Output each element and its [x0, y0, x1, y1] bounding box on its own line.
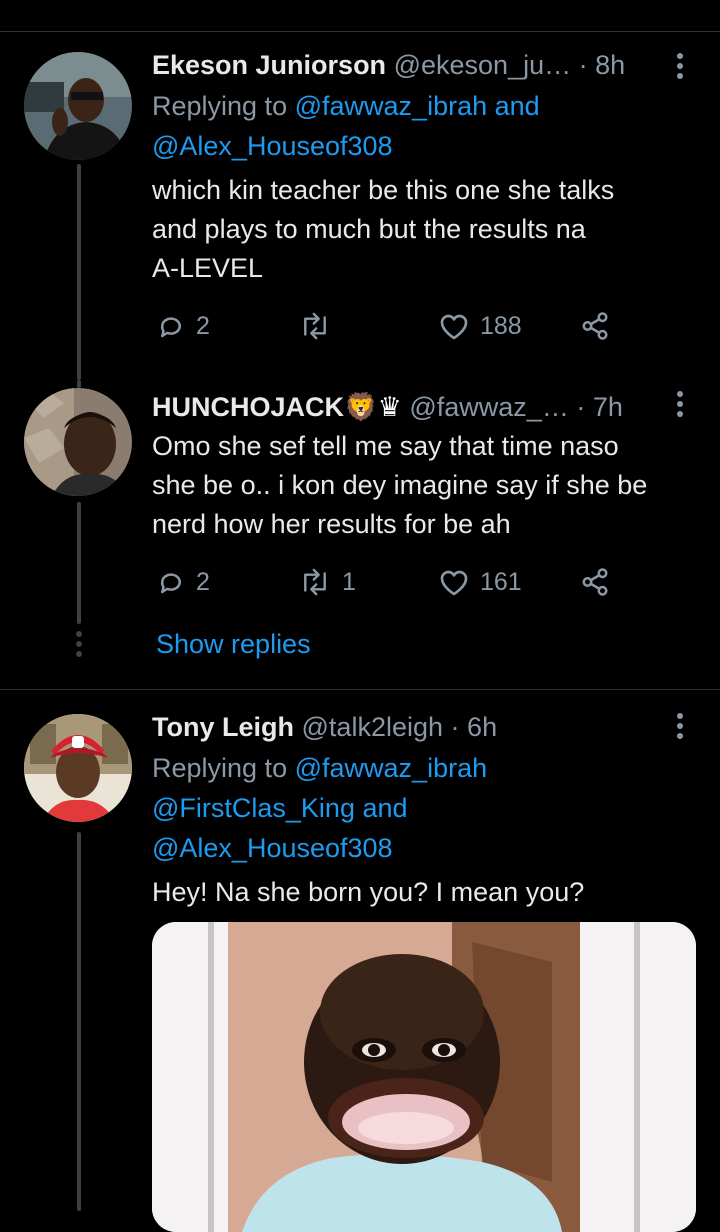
retweet-button[interactable]: [298, 306, 342, 346]
reply-count: 2: [196, 567, 210, 596]
avatar[interactable]: [24, 388, 132, 496]
share-button[interactable]: [580, 562, 610, 602]
mention-link[interactable]: @Alex_Houseof308: [152, 131, 393, 161]
tweet-text-line: Hey! Na she born you? I mean you?: [152, 877, 585, 907]
replying-to: Replying to @fawwaz_ibrah @FirstClas_Kin…: [152, 748, 680, 868]
display-name[interactable]: Ekeson Juniorson: [152, 50, 386, 80]
share-icon: [582, 312, 608, 340]
tweet-actions: 2 188: [152, 306, 680, 346]
avatar[interactable]: [24, 714, 132, 822]
retweet-icon: [304, 568, 326, 596]
display-name[interactable]: HUNCHOJACK: [152, 392, 344, 422]
share-icon: [582, 568, 608, 596]
timestamp[interactable]: 8h: [595, 50, 625, 80]
like-icon: [440, 314, 468, 340]
like-button[interactable]: 188: [438, 306, 522, 346]
mention-link[interactable]: @FirstClas_King: [152, 793, 355, 823]
user-handle[interactable]: @talk2leigh: [302, 712, 444, 742]
timestamp[interactable]: 6h: [467, 712, 497, 742]
reply-icon: [160, 317, 181, 338]
reply-icon: [160, 573, 181, 594]
mention-link[interactable]: @Alex_Houseof308: [152, 833, 393, 863]
display-name[interactable]: Tony Leigh: [152, 712, 294, 742]
more-icon[interactable]: [660, 706, 700, 746]
thread-line: [77, 164, 81, 380]
more-icon[interactable]: [660, 384, 700, 424]
tweet-actions: 2 1 161: [152, 562, 680, 602]
mention-link[interactable]: @fawwaz_ibrah: [295, 753, 488, 783]
like-icon: [440, 570, 468, 596]
mention-conjunction: and: [362, 793, 408, 823]
tweet-text: Omo she sef tell me say that time naso s…: [152, 427, 680, 544]
avatar[interactable]: [24, 52, 132, 160]
thread-more-dots: [74, 630, 84, 663]
tweet-text: Hey! Na she born you? I mean you?: [152, 873, 680, 912]
tweet-header: HUNCHOJACK🦁♛ @fawwaz_… · 7h: [152, 390, 660, 424]
mention-conjunction: and: [494, 91, 540, 121]
user-handle[interactable]: @ekeson_ju…: [394, 50, 572, 80]
tweet-text-line: which kin teacher be this one she talks: [152, 175, 615, 205]
replying-to-label: Replying to: [152, 753, 288, 783]
tweet-header: Tony Leigh @talk2leigh · 6h: [152, 710, 660, 744]
tweet-hunchojack[interactable]: HUNCHOJACK🦁♛ @fawwaz_… · 7h Omo she sef …: [0, 380, 720, 690]
name-badges: 🦁♛: [344, 392, 402, 422]
show-replies-link[interactable]: Show replies: [156, 624, 311, 664]
tweet-header: Ekeson Juniorson @ekeson_ju… · 8h: [152, 48, 660, 82]
reply-count: 2: [196, 311, 210, 340]
retweet-button[interactable]: 1: [298, 562, 356, 602]
tweet-text: which kin teacher be this one she talks …: [152, 171, 680, 288]
more-icon[interactable]: [660, 46, 700, 86]
separator-dot: ·: [576, 392, 586, 422]
thread-line: [77, 502, 81, 624]
like-count: 188: [480, 311, 522, 340]
separator-dot: ·: [450, 712, 460, 742]
timestamp[interactable]: 7h: [593, 392, 623, 422]
thread-line: [77, 380, 81, 388]
tweet-text-line: Omo she sef tell me say that time naso: [152, 431, 619, 461]
retweet-icon: [304, 312, 326, 340]
mention-link[interactable]: @fawwaz_ibrah: [295, 91, 488, 121]
reply-button[interactable]: 2: [156, 306, 210, 346]
media-photo: [152, 922, 696, 1232]
tweet-text-line: and plays to much but the results na: [152, 214, 586, 244]
user-handle[interactable]: @fawwaz_…: [409, 392, 568, 422]
replying-to: Replying to @fawwaz_ibrah and @Alex_Hous…: [152, 86, 680, 166]
reply-button[interactable]: 2: [156, 562, 210, 602]
tweet-media-image[interactable]: [152, 922, 696, 1232]
separator-dot: ·: [578, 50, 588, 80]
thread-line: [77, 832, 81, 1211]
tweet-ekeson[interactable]: Ekeson Juniorson @ekeson_ju… · 8h Replyi…: [0, 0, 720, 380]
retweet-count: 1: [342, 567, 356, 596]
share-button[interactable]: [580, 306, 610, 346]
like-button[interactable]: 161: [438, 562, 522, 602]
replying-to-label: Replying to: [152, 91, 288, 121]
tweet-text-line: A-LEVEL: [152, 253, 264, 283]
tweet-text-line: nerd how her results for be ah: [152, 509, 511, 539]
tweet-text-line: she be o.. i kon dey imagine say if she …: [152, 470, 648, 500]
like-count: 161: [480, 567, 522, 596]
